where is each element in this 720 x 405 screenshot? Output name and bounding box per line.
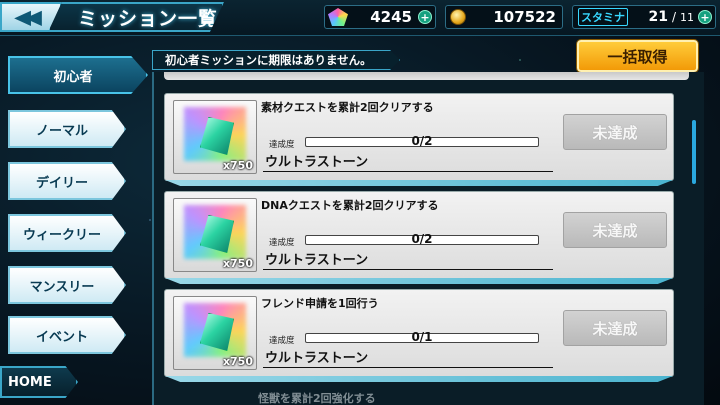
stamina-counter: スタミナ 21 / 11 + xyxy=(572,5,716,29)
mission-card: x750 DNAクエストを累計2回クリアする 達成度 0/2 ウルトラストーン … xyxy=(164,191,674,284)
status-button-incomplete[interactable]: 未達成 xyxy=(563,114,667,150)
progress-label: 達成度 xyxy=(269,140,295,150)
tab-weekly[interactable]: ウィークリー xyxy=(8,214,126,252)
previous-card-edge xyxy=(164,72,689,80)
card-accent xyxy=(165,180,673,186)
card-accent xyxy=(165,376,673,382)
mission-title: 素材クエストを累計2回クリアする xyxy=(261,101,434,114)
list-scrollbar[interactable] xyxy=(692,120,696,184)
home-button[interactable]: HOME xyxy=(0,366,78,398)
double-chevron-left-icon: ◀◀ xyxy=(14,5,42,29)
tab-normal[interactable]: ノーマル xyxy=(8,110,126,148)
progress-bar: 0/2 xyxy=(305,134,539,148)
bulk-claim-button[interactable]: 一括取得 xyxy=(577,40,698,72)
mission-notice: 初心者ミッションに期限はありません。 xyxy=(152,50,400,70)
rainbow-gem-icon xyxy=(328,8,348,26)
reward-thumbnail: x750 xyxy=(173,100,257,174)
tab-event[interactable]: イベント xyxy=(8,316,126,354)
progress-text: 0/2 xyxy=(411,134,433,148)
reward-quantity: x750 xyxy=(222,257,253,270)
reward-thumbnail: x750 xyxy=(173,296,257,370)
stamina-current: 21 xyxy=(648,9,668,25)
tab-beginner[interactable]: 初心者 xyxy=(8,56,148,94)
stamina-label: スタミナ xyxy=(578,8,628,26)
stamina-max: 11 xyxy=(680,10,694,24)
reward-name: ウルトラストーン xyxy=(263,347,553,368)
progress-label: 達成度 xyxy=(269,238,295,248)
next-mission-title-partial: 怪獣を累計2回強化する xyxy=(258,392,376,405)
mission-title: フレンド申請を1回行う xyxy=(261,297,379,310)
page-title: ミッション一覧 xyxy=(78,7,219,30)
gem-counter: 4245 + xyxy=(324,5,436,29)
reward-name: ウルトラストーン xyxy=(263,151,553,172)
progress-bar: 0/1 xyxy=(305,330,539,344)
status-button-incomplete[interactable]: 未達成 xyxy=(563,310,667,346)
stamina-separator: / xyxy=(671,10,676,24)
progress-bar: 0/2 xyxy=(305,232,539,246)
reward-quantity: x750 xyxy=(222,355,253,368)
add-stamina-plus-icon[interactable]: + xyxy=(698,10,712,24)
mission-card: x750 フレンド申請を1回行う 達成度 0/1 ウルトラストーン 未達成 xyxy=(164,289,674,382)
mission-card: x750 素材クエストを累計2回クリアする 達成度 0/2 ウルトラストーン 未… xyxy=(164,93,674,186)
tab-daily[interactable]: デイリー xyxy=(8,162,126,200)
progress-text: 0/2 xyxy=(411,232,433,246)
tab-monthly[interactable]: マンスリー xyxy=(8,266,126,304)
progress-label: 達成度 xyxy=(269,336,295,346)
card-accent xyxy=(165,278,673,284)
page-title-box: ミッション一覧 xyxy=(48,2,224,32)
mission-title: DNAクエストを累計2回クリアする xyxy=(261,199,439,212)
gold-coin-icon xyxy=(450,9,466,25)
gem-count: 4245 xyxy=(370,8,412,26)
reward-name: ウルトラストーン xyxy=(263,249,553,270)
coin-counter: 107522 xyxy=(445,5,563,29)
coin-count: 107522 xyxy=(493,8,556,26)
add-gems-plus-icon[interactable]: + xyxy=(418,10,432,24)
status-button-incomplete[interactable]: 未達成 xyxy=(563,212,667,248)
reward-thumbnail: x750 xyxy=(173,198,257,272)
reward-quantity: x750 xyxy=(222,159,253,172)
progress-text: 0/1 xyxy=(411,330,433,344)
